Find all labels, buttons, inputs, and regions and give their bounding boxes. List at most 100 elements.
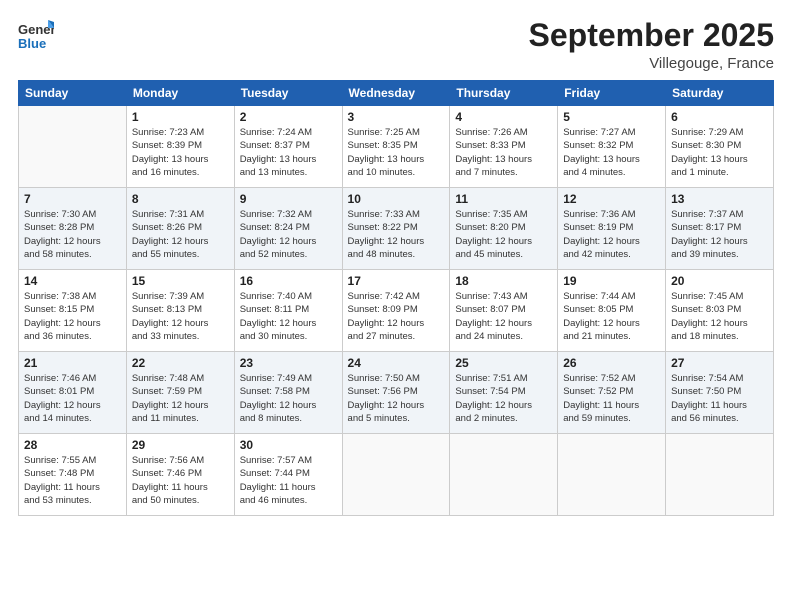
day-number: 25 — [455, 356, 552, 370]
logo-icon: General Blue — [18, 18, 54, 54]
calendar-cell: 15 Sunrise: 7:39 AM Sunset: 8:13 PM Dayli… — [126, 270, 234, 352]
cell-content: Sunrise: 7:26 AM Sunset: 8:33 PM Dayligh… — [455, 126, 552, 179]
col-sunday: Sunday — [19, 81, 127, 106]
calendar-cell: 27 Sunrise: 7:54 AM Sunset: 7:50 PM Dayli… — [666, 352, 774, 434]
cell-content: Sunrise: 7:30 AM Sunset: 8:28 PM Dayligh… — [24, 208, 121, 261]
day-number: 14 — [24, 274, 121, 288]
cell-content: Sunrise: 7:37 AM Sunset: 8:17 PM Dayligh… — [671, 208, 768, 261]
cell-content: Sunrise: 7:49 AM Sunset: 7:58 PM Dayligh… — [240, 372, 337, 425]
calendar-week-row: 21Sunrise: 7:46 AM Sunset: 8:01 PM Dayli… — [19, 352, 774, 434]
location: Villegouge, France — [529, 55, 774, 72]
cell-content: Sunrise: 7:38 AM Sunset: 8:15 PM Dayligh… — [24, 290, 121, 343]
day-number: 11 — [455, 192, 552, 206]
calendar-cell: 29 Sunrise: 7:56 AM Sunset: 7:46 PM Dayli… — [126, 434, 234, 516]
day-number: 10 — [348, 192, 445, 206]
calendar-cell: 16Sunrise: 7:40 AM Sunset: 8:11 PM Dayli… — [234, 270, 342, 352]
calendar-cell: 21Sunrise: 7:46 AM Sunset: 8:01 PM Dayli… — [19, 352, 127, 434]
day-number: 1 — [132, 110, 229, 124]
calendar-cell: 22 Sunrise: 7:48 AM Sunset: 7:59 PM Dayli… — [126, 352, 234, 434]
cell-content: Sunrise: 7:56 AM Sunset: 7:46 PM Dayligh… — [132, 454, 229, 507]
cell-content: Sunrise: 7:23 AM Sunset: 8:39 PM Dayligh… — [132, 126, 229, 179]
cell-content: Sunrise: 7:57 AM Sunset: 7:44 PM Dayligh… — [240, 454, 337, 507]
cell-content: Sunrise: 7:52 AM Sunset: 7:52 PM Dayligh… — [563, 372, 660, 425]
day-number: 8 — [132, 192, 229, 206]
calendar-cell: 17 Sunrise: 7:42 AM Sunset: 8:09 PM Dayli… — [342, 270, 450, 352]
calendar-cell: 28Sunrise: 7:55 AM Sunset: 7:48 PM Dayli… — [19, 434, 127, 516]
col-monday: Monday — [126, 81, 234, 106]
day-number: 4 — [455, 110, 552, 124]
day-number: 22 — [132, 356, 229, 370]
calendar-cell: 25 Sunrise: 7:51 AM Sunset: 7:54 PM Dayli… — [450, 352, 558, 434]
day-number: 27 — [671, 356, 768, 370]
calendar-cell: 10 Sunrise: 7:33 AM Sunset: 8:22 PM Dayli… — [342, 188, 450, 270]
day-number: 24 — [348, 356, 445, 370]
header: General Blue September 2025 Villegouge, … — [18, 18, 774, 72]
calendar-cell: 11 Sunrise: 7:35 AM Sunset: 8:20 PM Dayli… — [450, 188, 558, 270]
day-number: 2 — [240, 110, 337, 124]
cell-content: Sunrise: 7:39 AM Sunset: 8:13 PM Dayligh… — [132, 290, 229, 343]
calendar-cell — [666, 434, 774, 516]
calendar-cell: 13 Sunrise: 7:37 AM Sunset: 8:17 PM Dayli… — [666, 188, 774, 270]
calendar-cell: 8 Sunrise: 7:31 AM Sunset: 8:26 PM Daylig… — [126, 188, 234, 270]
calendar-cell: 26Sunrise: 7:52 AM Sunset: 7:52 PM Dayli… — [558, 352, 666, 434]
cell-content: Sunrise: 7:50 AM Sunset: 7:56 PM Dayligh… — [348, 372, 445, 425]
calendar-cell: 9Sunrise: 7:32 AM Sunset: 8:24 PM Daylig… — [234, 188, 342, 270]
cell-content: Sunrise: 7:43 AM Sunset: 8:07 PM Dayligh… — [455, 290, 552, 343]
calendar-week-row: 14 Sunrise: 7:38 AM Sunset: 8:15 PM Dayli… — [19, 270, 774, 352]
day-number: 30 — [240, 438, 337, 452]
logo: General Blue — [18, 18, 58, 59]
month-title: September 2025 — [529, 18, 774, 53]
cell-content: Sunrise: 7:33 AM Sunset: 8:22 PM Dayligh… — [348, 208, 445, 261]
day-number: 12 — [563, 192, 660, 206]
cell-content: Sunrise: 7:46 AM Sunset: 8:01 PM Dayligh… — [24, 372, 121, 425]
cell-content: Sunrise: 7:44 AM Sunset: 8:05 PM Dayligh… — [563, 290, 660, 343]
calendar-cell: 19 Sunrise: 7:44 AM Sunset: 8:05 PM Dayli… — [558, 270, 666, 352]
cell-content: Sunrise: 7:24 AM Sunset: 8:37 PM Dayligh… — [240, 126, 337, 179]
day-number: 3 — [348, 110, 445, 124]
day-number: 29 — [132, 438, 229, 452]
day-number: 6 — [671, 110, 768, 124]
calendar-week-row: 28Sunrise: 7:55 AM Sunset: 7:48 PM Dayli… — [19, 434, 774, 516]
col-tuesday: Tuesday — [234, 81, 342, 106]
day-number: 19 — [563, 274, 660, 288]
calendar-cell — [558, 434, 666, 516]
calendar-cell: 7 Sunrise: 7:30 AM Sunset: 8:28 PM Daylig… — [19, 188, 127, 270]
col-saturday: Saturday — [666, 81, 774, 106]
calendar-cell: 12 Sunrise: 7:36 AM Sunset: 8:19 PM Dayli… — [558, 188, 666, 270]
day-number: 20 — [671, 274, 768, 288]
calendar-cell: 18Sunrise: 7:43 AM Sunset: 8:07 PM Dayli… — [450, 270, 558, 352]
cell-content: Sunrise: 7:32 AM Sunset: 8:24 PM Dayligh… — [240, 208, 337, 261]
calendar-cell: 3Sunrise: 7:25 AM Sunset: 8:35 PM Daylig… — [342, 106, 450, 188]
day-number: 13 — [671, 192, 768, 206]
col-wednesday: Wednesday — [342, 81, 450, 106]
day-number: 17 — [348, 274, 445, 288]
calendar-cell: 24 Sunrise: 7:50 AM Sunset: 7:56 PM Dayli… — [342, 352, 450, 434]
col-friday: Friday — [558, 81, 666, 106]
calendar-week-row: 7 Sunrise: 7:30 AM Sunset: 8:28 PM Daylig… — [19, 188, 774, 270]
cell-content: Sunrise: 7:31 AM Sunset: 8:26 PM Dayligh… — [132, 208, 229, 261]
calendar-cell: 23 Sunrise: 7:49 AM Sunset: 7:58 PM Dayli… — [234, 352, 342, 434]
calendar-cell: 1 Sunrise: 7:23 AM Sunset: 8:39 PM Daylig… — [126, 106, 234, 188]
calendar-cell: 5 Sunrise: 7:27 AM Sunset: 8:32 PM Daylig… — [558, 106, 666, 188]
calendar-cell: 6Sunrise: 7:29 AM Sunset: 8:30 PM Daylig… — [666, 106, 774, 188]
col-thursday: Thursday — [450, 81, 558, 106]
calendar-cell: 20Sunrise: 7:45 AM Sunset: 8:03 PM Dayli… — [666, 270, 774, 352]
day-number: 5 — [563, 110, 660, 124]
cell-content: Sunrise: 7:54 AM Sunset: 7:50 PM Dayligh… — [671, 372, 768, 425]
day-number: 23 — [240, 356, 337, 370]
calendar-cell — [342, 434, 450, 516]
day-number: 16 — [240, 274, 337, 288]
calendar-cell: 14 Sunrise: 7:38 AM Sunset: 8:15 PM Dayli… — [19, 270, 127, 352]
calendar-cell: 30 Sunrise: 7:57 AM Sunset: 7:44 PM Dayli… — [234, 434, 342, 516]
cell-content: Sunrise: 7:36 AM Sunset: 8:19 PM Dayligh… — [563, 208, 660, 261]
cell-content: Sunrise: 7:55 AM Sunset: 7:48 PM Dayligh… — [24, 454, 121, 507]
day-number: 15 — [132, 274, 229, 288]
cell-content: Sunrise: 7:42 AM Sunset: 8:09 PM Dayligh… — [348, 290, 445, 343]
day-number: 7 — [24, 192, 121, 206]
calendar-body: 1 Sunrise: 7:23 AM Sunset: 8:39 PM Daylig… — [19, 106, 774, 516]
cell-content: Sunrise: 7:35 AM Sunset: 8:20 PM Dayligh… — [455, 208, 552, 261]
cell-content: Sunrise: 7:51 AM Sunset: 7:54 PM Dayligh… — [455, 372, 552, 425]
cell-content: Sunrise: 7:27 AM Sunset: 8:32 PM Dayligh… — [563, 126, 660, 179]
cell-content: Sunrise: 7:48 AM Sunset: 7:59 PM Dayligh… — [132, 372, 229, 425]
calendar-week-row: 1 Sunrise: 7:23 AM Sunset: 8:39 PM Daylig… — [19, 106, 774, 188]
